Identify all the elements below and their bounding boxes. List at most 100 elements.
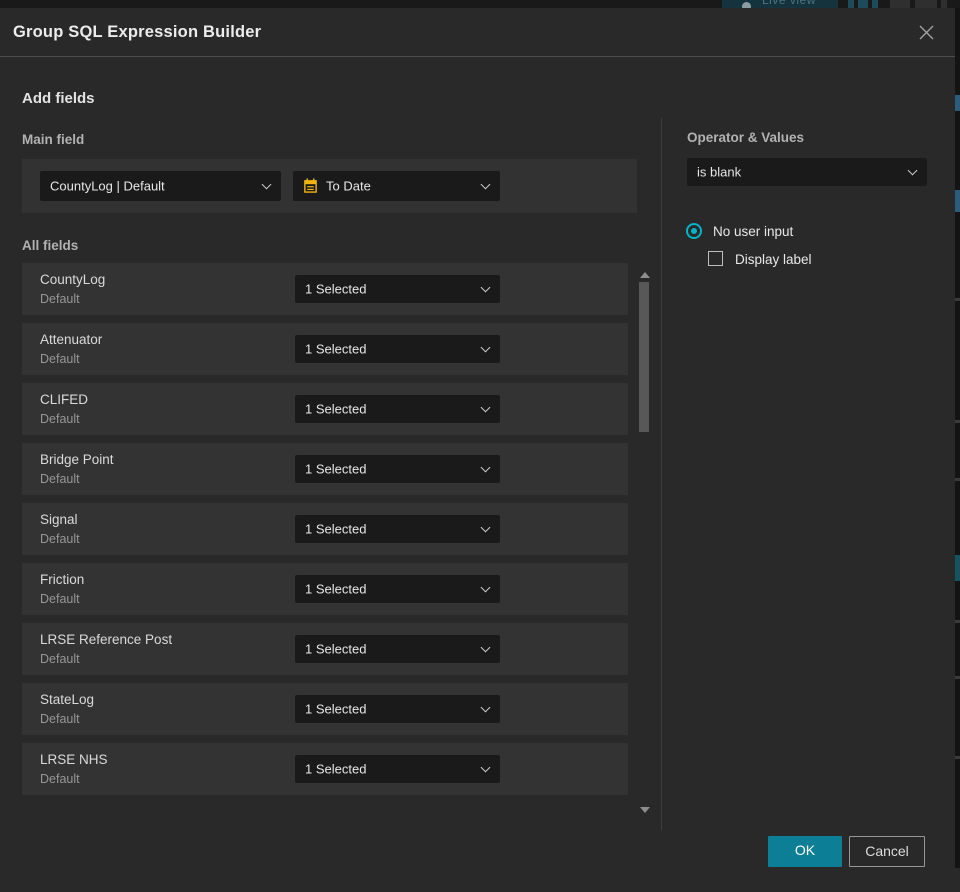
field-selected-dropdown[interactable]: 1 Selected (295, 395, 500, 423)
background-toolbar-block (941, 0, 947, 8)
selected-count: 1 Selected (305, 701, 367, 717)
background-sliver-mark (955, 756, 960, 759)
field-name: Signal (40, 512, 78, 527)
background-sliver-block (955, 95, 960, 111)
background-sliver-block (955, 555, 960, 581)
field-name: Friction (40, 572, 85, 587)
panel-divider (661, 118, 662, 830)
field-row: LRSE Reference Post Default 1 Selected (22, 623, 628, 675)
background-sliver-mark (955, 298, 960, 301)
chevron-down-icon (480, 762, 491, 773)
field-name: StateLog (40, 692, 95, 707)
selected-count: 1 Selected (305, 581, 367, 597)
chevron-down-icon (480, 402, 491, 413)
chevron-down-icon (480, 342, 491, 353)
live-view-button[interactable]: Live view (722, 0, 838, 8)
operator-select-value: is blank (697, 164, 742, 180)
chevron-down-icon (480, 642, 491, 653)
field-name: CountyLog (40, 272, 106, 287)
field-row: CLIFED Default 1 Selected (22, 383, 628, 435)
dialog-title: Group SQL Expression Builder (13, 23, 262, 41)
date-type-select[interactable]: To Date (293, 171, 500, 201)
main-field-label: Main field (22, 132, 85, 147)
field-row: StateLog Default 1 Selected (22, 683, 628, 735)
field-selected-dropdown[interactable]: 1 Selected (295, 695, 500, 723)
background-toolbar-block (890, 0, 910, 8)
close-icon[interactable] (918, 24, 935, 41)
screen: Live view Group SQL Expression Builder A… (0, 0, 960, 892)
background-sliver-block (955, 868, 960, 892)
operator-select[interactable]: is blank (687, 158, 927, 186)
no-user-input-label: No user input (713, 224, 794, 239)
ok-button[interactable]: OK (768, 836, 842, 867)
chevron-down-icon (480, 702, 491, 713)
main-field-select-value: CountyLog | Default (50, 178, 165, 194)
field-row: Signal Default 1 Selected (22, 503, 628, 555)
chevron-down-icon (480, 179, 491, 190)
chevron-down-icon (480, 522, 491, 533)
main-field-select[interactable]: CountyLog | Default (40, 171, 281, 201)
field-selected-dropdown[interactable]: 1 Selected (295, 515, 500, 543)
add-fields-heading: Add fields (22, 90, 95, 107)
selected-count: 1 Selected (305, 281, 367, 297)
field-subtitle: Default (40, 712, 80, 726)
live-view-label: Live view (762, 0, 816, 7)
field-row: Friction Default 1 Selected (22, 563, 628, 615)
no-user-input-radio[interactable] (686, 223, 702, 239)
background-sliver-mark (955, 420, 960, 423)
display-label-label: Display label (735, 252, 812, 267)
calendar-icon (303, 178, 318, 198)
chevron-down-icon (480, 282, 491, 293)
selected-count: 1 Selected (305, 401, 367, 417)
scrollbar-thumb[interactable] (639, 282, 649, 432)
selected-count: 1 Selected (305, 341, 367, 357)
field-selected-dropdown[interactable]: 1 Selected (295, 455, 500, 483)
chevron-down-icon (907, 165, 918, 176)
display-label-checkbox[interactable] (708, 251, 723, 266)
field-row: Bridge Point Default 1 Selected (22, 443, 628, 495)
field-row: LRSE NHS Default 1 Selected (22, 743, 628, 795)
selected-count: 1 Selected (305, 641, 367, 657)
field-name: Attenuator (40, 332, 103, 347)
cancel-button[interactable]: Cancel (849, 836, 925, 867)
background-app-strip: Live view (0, 0, 960, 8)
field-subtitle: Default (40, 352, 80, 366)
background-sliver-block (955, 190, 960, 212)
dialog-titlebar: Group SQL Expression Builder (0, 8, 955, 57)
field-subtitle: Default (40, 532, 80, 546)
background-sliver-mark (955, 676, 960, 679)
background-toolbar-block (915, 0, 937, 8)
field-selected-dropdown[interactable]: 1 Selected (295, 275, 500, 303)
background-toolbar-block (858, 0, 868, 8)
background-sliver-mark (955, 620, 960, 623)
field-selected-dropdown[interactable]: 1 Selected (295, 755, 500, 783)
field-subtitle: Default (40, 652, 80, 666)
field-name: Bridge Point (40, 452, 114, 467)
field-name: LRSE Reference Post (40, 632, 173, 647)
field-row: CountyLog Default 1 Selected (22, 263, 628, 315)
scrollbar-down-arrow[interactable] (640, 807, 650, 813)
field-subtitle: Default (40, 292, 80, 306)
operator-values-label: Operator & Values (687, 130, 805, 145)
field-row: Attenuator Default 1 Selected (22, 323, 628, 375)
background-sliver (955, 8, 960, 892)
background-toolbar-block (848, 0, 854, 8)
background-toolbar-block (872, 0, 878, 8)
selected-count: 1 Selected (305, 461, 367, 477)
all-fields-label: All fields (22, 238, 79, 253)
chevron-down-icon (261, 179, 272, 190)
field-name: LRSE NHS (40, 752, 108, 767)
field-selected-dropdown[interactable]: 1 Selected (295, 335, 500, 363)
main-field-panel: CountyLog | Default To Date (22, 159, 637, 213)
group-sql-expression-builder-dialog: Group SQL Expression Builder Add fields … (0, 8, 955, 892)
field-selected-dropdown[interactable]: 1 Selected (295, 635, 500, 663)
field-subtitle: Default (40, 772, 80, 786)
date-type-select-value: To Date (326, 178, 371, 194)
background-sliver-mark (955, 478, 960, 481)
scrollbar-up-arrow[interactable] (640, 272, 650, 278)
field-selected-dropdown[interactable]: 1 Selected (295, 575, 500, 603)
selected-count: 1 Selected (305, 761, 367, 777)
field-subtitle: Default (40, 472, 80, 486)
selected-count: 1 Selected (305, 521, 367, 537)
field-subtitle: Default (40, 412, 80, 426)
